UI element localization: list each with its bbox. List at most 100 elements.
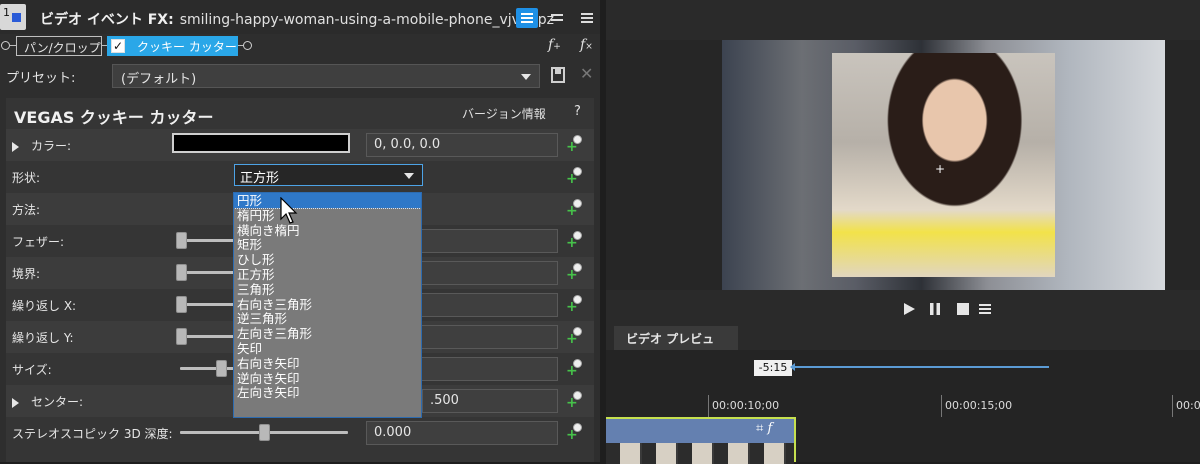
play-icon[interactable] (902, 302, 916, 316)
transport-controls (606, 294, 1200, 324)
repeat-x-slider-handle[interactable] (176, 296, 187, 313)
delete-preset-icon[interactable]: ✕ (580, 64, 593, 83)
preview-and-timeline: + ビデオ プレビュー -5:15 00:00:10;00 00:00:15;0… (606, 0, 1200, 464)
timeline-ruler[interactable]: 00:00:10;00 00:00:15;00 00:00:2 (606, 395, 1200, 417)
color-label: カラー: (31, 139, 72, 153)
shape-dropdown-list[interactable]: 円形 楕円形 横向き楕円 矩形 ひし形 正方形 三角形 右向き三角形 逆三角形 左向き三角形 矢印右… (233, 192, 422, 418)
chevron-down-icon (521, 74, 531, 80)
fx-remove-icon[interactable]: f× (580, 37, 593, 53)
repeat-y-label: 繰り返し Y: (12, 331, 74, 345)
video-clip-event[interactable]: ⌗ f (606, 417, 794, 464)
timecode-20s: 00:00:2 (1176, 399, 1200, 412)
keyframe-icon[interactable]: + (566, 327, 582, 346)
clip-thumbnails (606, 443, 794, 464)
timecode-10s: 00:00:10;00 (712, 399, 780, 412)
video-preview: + (606, 40, 1200, 290)
plugin-chain: パン/クロップ クッキー カッター ✓ f+ f× (0, 34, 600, 60)
shape-value: 正方形 (240, 171, 280, 186)
shape-option[interactable]: 正方形 (234, 267, 421, 282)
video-frame: + (722, 40, 1165, 290)
keyframe-icon[interactable]: + (566, 359, 582, 378)
help-button[interactable]: ? (574, 104, 581, 119)
preset-label: プリセット: (6, 71, 76, 86)
keyframe-icon[interactable]: + (566, 295, 582, 314)
grid-view-button[interactable] (546, 8, 568, 28)
large-grid-view-button[interactable] (576, 8, 598, 28)
chain-start-node (1, 41, 10, 50)
param-row-stereo-depth: ステレオスコピック 3D 深度: 0.000 + (6, 417, 594, 449)
param-row-shape: 形状: 正方形 + (6, 161, 594, 193)
keyframe-icon[interactable]: + (566, 391, 582, 410)
shape-option[interactable]: 右向き三角形 (234, 297, 421, 312)
stop-icon[interactable] (956, 302, 970, 316)
shape-option[interactable]: 円形 (234, 193, 421, 209)
chain-end-node (243, 41, 252, 50)
shape-option[interactable]: 逆三角形 (234, 311, 421, 326)
shape-option[interactable]: 三角形 (234, 282, 421, 297)
keyframe-icon[interactable]: + (566, 423, 582, 442)
shape-option[interactable]: 右向き矢印 (234, 356, 421, 371)
timecode-15s: 00:00:15;00 (945, 399, 1013, 412)
center-value-field[interactable]: .500 (422, 389, 558, 413)
keyframe-icon[interactable]: + (566, 167, 582, 186)
repeat-y-slider-handle[interactable] (176, 328, 187, 345)
fx-title-bar: 1 ビデオ イベント FX: smiling-happy-woman-using-… (0, 0, 600, 34)
plugin-title: VEGAS クッキー カッター (14, 108, 214, 127)
cookie-cutter-enable-checkbox[interactable]: ✓ (111, 39, 125, 53)
pause-icon[interactable] (928, 302, 942, 316)
menu-icon[interactable] (978, 302, 992, 316)
size-label: サイズ: (12, 363, 52, 377)
feather-label: フェザー: (12, 235, 65, 249)
shape-option[interactable]: ひし形 (234, 252, 421, 267)
fx-add-icon[interactable]: f+ (548, 37, 561, 53)
center-crosshair-icon[interactable]: + (935, 162, 945, 176)
preset-value: (デフォルト) (121, 72, 197, 87)
expand-triangle-icon[interactable] (12, 141, 19, 152)
method-label: 方法: (12, 203, 41, 217)
loop-region-marker[interactable]: -5:15 (754, 360, 792, 376)
preset-dropdown[interactable]: (デフォルト) (112, 64, 540, 88)
crop-fx-icons[interactable]: ⌗ f (756, 421, 772, 436)
save-preset-icon[interactable] (551, 67, 565, 83)
shape-option[interactable]: 横向き楕円 (234, 223, 421, 238)
param-row-color: カラー: 0, 0.0, 0.0 + (6, 129, 594, 161)
shape-option[interactable]: 左向き三角形 (234, 326, 421, 341)
stereo-depth-value-field[interactable]: 0.000 (366, 421, 558, 445)
shape-option[interactable]: 楕円形 (234, 208, 421, 223)
border-slider-handle[interactable] (176, 264, 187, 281)
keyframe-icon[interactable]: + (566, 263, 582, 282)
window-title-prefix: ビデオ イベント FX: (40, 12, 174, 28)
shape-dropdown[interactable]: 正方形 (234, 164, 423, 186)
stereo-depth-slider-handle[interactable] (259, 424, 270, 441)
shape-option[interactable]: 矢印 (234, 341, 421, 356)
expand-triangle-icon[interactable] (12, 397, 19, 408)
video-preview-tab[interactable]: ビデオ プレビュー (614, 326, 738, 363)
keyframe-icon[interactable]: + (566, 135, 582, 154)
center-label: センター: (31, 395, 84, 409)
shape-label: 形状: (12, 171, 41, 185)
window-title: ビデオ イベント FX: smiling-happy-woman-using-a-… (40, 9, 554, 29)
list-view-button[interactable] (516, 8, 538, 28)
size-slider-handle[interactable] (216, 360, 227, 377)
loop-region-bar[interactable] (790, 363, 1049, 371)
stereo-depth-label: ステレオスコピック 3D 深度: (12, 427, 173, 441)
pan-crop-button[interactable]: パン/クロップ (16, 36, 102, 56)
color-swatch[interactable] (172, 133, 350, 153)
window-title-filename: smiling-happy-woman-using-a-mobile-phone… (179, 12, 554, 28)
keyframe-icon[interactable]: + (566, 231, 582, 250)
feather-slider-handle[interactable] (176, 232, 187, 249)
shape-option[interactable]: 逆向き矢印 (234, 371, 421, 386)
shape-option[interactable]: 矩形 (234, 237, 421, 252)
version-info-link[interactable]: バージョン情報 (462, 105, 546, 122)
video-event-fx-window: 1 ビデオ イベント FX: smiling-happy-woman-using-… (0, 0, 600, 462)
keyframe-icon[interactable]: + (566, 199, 582, 218)
color-value-field[interactable]: 0, 0.0, 0.0 (366, 133, 558, 157)
track-number-badge: 1 (0, 4, 26, 30)
shape-option[interactable]: 左向き矢印 (234, 385, 421, 400)
cookie-cutter-tab[interactable]: クッキー カッター (107, 36, 238, 56)
timeline: -5:15 00:00:10;00 00:00:15;00 00:00:2 ⌗ … (606, 350, 1200, 464)
chevron-down-icon (404, 173, 414, 179)
clip-end-edge[interactable] (794, 417, 796, 462)
border-label: 境界: (12, 267, 41, 281)
mouse-cursor-icon (280, 197, 298, 224)
